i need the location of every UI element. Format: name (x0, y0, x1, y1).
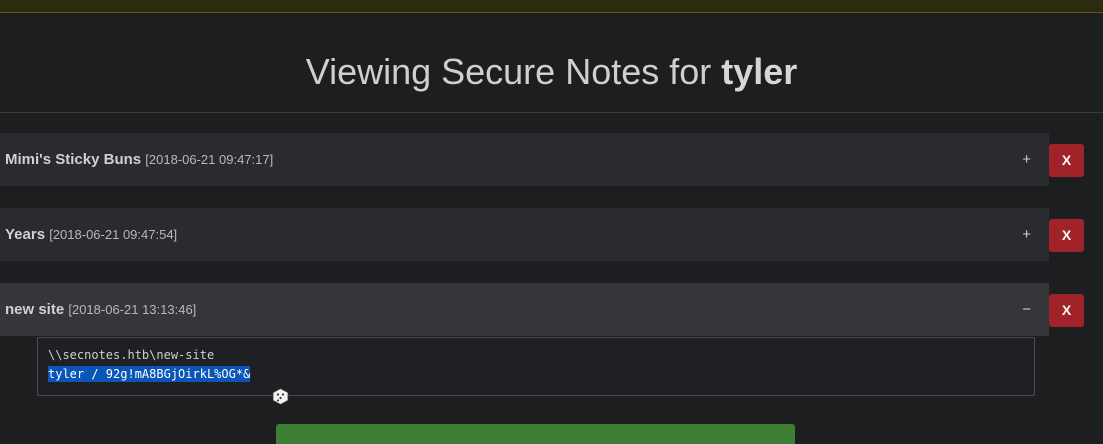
selected-text[interactable]: tyler / 92g!mA8BGjOirkL%OG*& (48, 366, 251, 382)
note-header[interactable]: Years [2018-06-21 09:47:54] (5, 208, 177, 261)
delete-note-button[interactable]: X (1049, 219, 1084, 252)
note-row-mimis-sticky-buns[interactable]: Mimi's Sticky Buns [2018-06-21 09:47:17]… (0, 133, 1049, 186)
page-title-prefix: Viewing Secure Notes for (305, 51, 722, 92)
delete-note-button[interactable]: X (1049, 294, 1084, 327)
note-title: Years (5, 226, 46, 243)
page-title: Viewing Secure Notes for tyler (0, 50, 1103, 94)
top-navbar (0, 0, 1103, 13)
note-date: [2018-06-21 09:47:17] (145, 152, 274, 167)
add-note-button[interactable] (276, 424, 795, 444)
note-title: new site (5, 301, 65, 318)
collapse-toggle[interactable]: − (1022, 283, 1031, 336)
note-content-line[interactable]: \\secnotes.htb\new-site (48, 348, 214, 362)
delete-note-button[interactable]: X (1049, 144, 1084, 177)
page-title-user: tyler (721, 51, 798, 92)
note-header[interactable]: Mimi's Sticky Buns [2018-06-21 09:47:17] (5, 133, 273, 186)
expand-toggle[interactable]: + (1022, 133, 1031, 186)
note-date: [2018-06-21 09:47:54] (49, 227, 178, 242)
note-row-new-site[interactable]: new site [2018-06-21 13:13:46] − (0, 283, 1049, 336)
note-content-box[interactable]: \\secnotes.htb\new-site tyler / 92g!mA8B… (37, 337, 1035, 396)
note-row-years[interactable]: Years [2018-06-21 09:47:54] + (0, 208, 1049, 261)
dice-cursor-icon (272, 388, 289, 405)
note-header[interactable]: new site [2018-06-21 13:13:46] (5, 283, 196, 336)
note-title: Mimi's Sticky Buns (5, 151, 142, 168)
expand-toggle[interactable]: + (1022, 208, 1031, 261)
note-date: [2018-06-21 13:13:46] (68, 302, 197, 317)
divider (0, 112, 1103, 113)
note-content-line-selected[interactable]: tyler / 92g!mA8BGjOirkL%OG*& (48, 366, 251, 382)
